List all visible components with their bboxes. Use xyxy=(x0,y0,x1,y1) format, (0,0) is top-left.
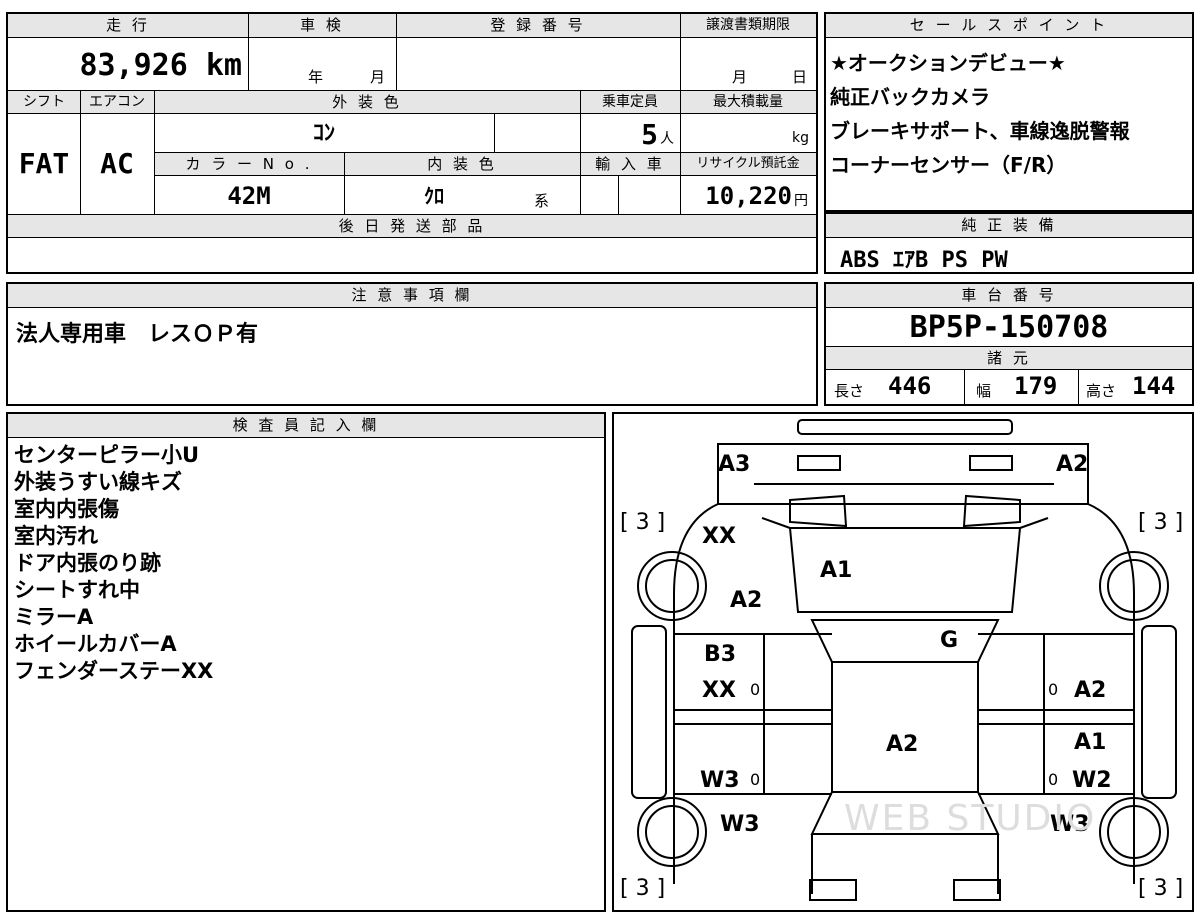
diagram-door-fl-2: XX xyxy=(702,678,736,703)
diagram-front-right: A2 xyxy=(1056,452,1089,477)
capacity-label: 乗車定員 xyxy=(580,90,680,114)
chassis-number: BP5P-150708 xyxy=(909,310,1109,345)
mileage-label: 走 行 xyxy=(8,14,248,38)
sales-point-list: ★オークションデビュー★ 純正バックカメラ ブレーキサポート、車線逸脱警報 コー… xyxy=(830,46,1130,182)
inspection-year-unit: 年 xyxy=(308,68,324,86)
capacity-value: 5 xyxy=(641,118,658,151)
diagram-front-left: A3 xyxy=(718,452,751,477)
diagram-hood: A1 xyxy=(820,558,853,583)
tire-rear-left: [ 3 ] xyxy=(620,876,666,901)
damage-diagram-panel: A3 A2 [ 3 ] [ 3 ] XX A1 A2 G B3 XX 0 0 A… xyxy=(612,412,1194,912)
registration-label: 登 録 番 号 xyxy=(396,14,680,38)
inspector-line: ミラーA xyxy=(14,605,94,629)
width-value: 179 xyxy=(1014,372,1058,400)
height-value: 144 xyxy=(1132,372,1176,400)
inspector-line: フェンダーステーXX xyxy=(14,659,214,683)
exterior-color-label: 外 装 色 xyxy=(154,90,580,114)
sales-point-panel: セ ー ル ス ポ イ ン ト ★オークションデビュー★ 純正バックカメラ ブレ… xyxy=(824,12,1194,212)
equipment-panel: 純 正 装 備 ABS ｴｱB PS PW xyxy=(824,212,1194,274)
length-label: 長さ xyxy=(834,382,865,400)
diagram-zero-1: 0 xyxy=(750,680,761,699)
recycle-unit: 円 xyxy=(794,193,808,209)
deadline-day-unit: 日 xyxy=(792,68,808,86)
shift-value: FAT xyxy=(18,147,70,180)
sales-point-line: ブレーキサポート、車線逸脱警報 xyxy=(830,119,1130,143)
inspector-header: 検 査 員 記 入 欄 xyxy=(8,414,604,438)
inspection-label: 車 検 xyxy=(248,14,396,38)
shift-label: シフト xyxy=(8,90,80,114)
watermark: WEB STUDIO xyxy=(844,798,1097,839)
inspector-line: シートすれ中 xyxy=(14,578,140,602)
color-no-label: カ ラ ー N o . xyxy=(154,152,344,176)
recycle-value: 10,220 xyxy=(705,182,792,210)
exterior-color-value: ｺﾝ xyxy=(312,121,335,146)
tire-rear-right: [ 3 ] xyxy=(1138,876,1184,901)
sales-point-line: コーナーセンサー（F/R） xyxy=(830,153,1067,177)
length-value: 446 xyxy=(888,372,932,400)
chassis-panel: 車 台 番 号 BP5P-150708 諸 元 長さ 446 幅 179 高さ … xyxy=(824,282,1194,406)
width-label: 幅 xyxy=(976,382,992,400)
diagram-door-rr-1: A1 xyxy=(1074,730,1107,755)
inspector-line: 室内汚れ xyxy=(14,524,98,548)
inspector-line: 室内内張傷 xyxy=(14,497,119,521)
specs-header: 諸 元 xyxy=(826,346,1192,370)
diagram-door-rl: W3 xyxy=(700,768,740,793)
diagram-zero-4: 0 xyxy=(1048,770,1059,789)
diagram-zero-2: 0 xyxy=(1048,680,1059,699)
capacity-unit: 人 xyxy=(660,131,674,147)
diagram-rear-left: W3 xyxy=(720,812,760,837)
max-load-label: 最大積載量 xyxy=(680,90,816,114)
import-label: 輸 入 車 xyxy=(580,152,680,176)
inspection-month-unit: 月 xyxy=(370,68,386,86)
aircon-label: エアコン xyxy=(80,90,154,114)
inspector-line: 外装うすい線キズ xyxy=(14,470,182,494)
notes-value: 法人専用車 レスＯＰ有 xyxy=(16,322,259,347)
color-no-value: 42M xyxy=(227,182,271,210)
notes-header: 注 意 事 項 欄 xyxy=(8,284,816,308)
transfer-deadline-label: 譲渡書類期限 xyxy=(680,14,816,38)
diagram-door-fl-1: B3 xyxy=(704,642,737,667)
tire-front-right: [ 3 ] xyxy=(1138,510,1184,535)
aircon-value: AC xyxy=(100,147,134,180)
interior-color-label: 内 装 色 xyxy=(344,152,580,176)
equipment-header: 純 正 装 備 xyxy=(826,214,1192,238)
diagram-glass: G xyxy=(940,628,959,653)
diagram-fender-left-top: XX xyxy=(702,524,736,549)
inspector-line: ホイールカバーA xyxy=(14,632,177,656)
equipment-value: ABS ｴｱB PS PW xyxy=(840,248,1008,273)
interior-color-suffix: 系 xyxy=(534,192,550,210)
inspector-panel: 検 査 員 記 入 欄 センターピラー小U 外装うすい線キズ 室内内張傷 室内汚… xyxy=(6,412,606,912)
inspector-list: センターピラー小U 外装うすい線キズ 室内内張傷 室内汚れ ドア内張のり跡 シー… xyxy=(14,442,213,685)
interior-color-value: ｸﾛ xyxy=(424,184,444,208)
diagram-fender-left: A2 xyxy=(730,588,763,613)
sales-point-line: ★オークションデビュー★ xyxy=(830,51,1066,75)
height-label: 高さ xyxy=(1086,382,1117,400)
diagram-zero-3: 0 xyxy=(750,770,761,789)
chassis-header: 車 台 番 号 xyxy=(826,284,1192,308)
sales-point-line: 純正バックカメラ xyxy=(830,85,990,109)
diagram-door-fr: A2 xyxy=(1074,678,1107,703)
inspector-line: センターピラー小U xyxy=(14,443,200,467)
notes-panel: 注 意 事 項 欄 法人専用車 レスＯＰ有 xyxy=(6,282,818,406)
recycle-label: リサイクル預託金 xyxy=(680,152,816,176)
sales-point-header: セ ー ル ス ポ イ ン ト xyxy=(826,14,1192,38)
max-load-unit: kg xyxy=(792,130,809,146)
diagram-door-rr-2: W2 xyxy=(1072,768,1112,793)
inspector-line: ドア内張のり跡 xyxy=(14,551,161,575)
tire-front-left: [ 3 ] xyxy=(620,510,666,535)
deadline-month-unit: 月 xyxy=(732,68,748,86)
mileage-value: 83,926 km xyxy=(79,48,242,83)
vehicle-info-grid: 走 行 車 検 登 録 番 号 譲渡書類期限 83,926 km 年 月 月 日… xyxy=(6,12,818,274)
diagram-roof: A2 xyxy=(886,732,919,757)
later-parts-label: 後 日 発 送 部 品 xyxy=(8,214,816,238)
